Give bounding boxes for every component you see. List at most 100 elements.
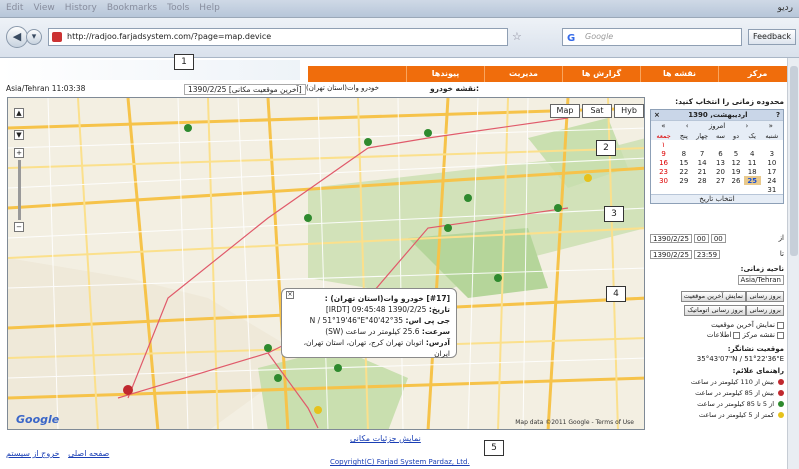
calendar-day[interactable]: 30 — [651, 176, 676, 185]
nav-management[interactable]: مدیریت — [484, 66, 562, 82]
calendar-day[interactable]: ۱ — [651, 140, 676, 149]
last-position-select[interactable]: 1390/2/25 [آخرین موقعیت مکانی] — [184, 84, 306, 95]
pan-up-icon[interactable]: ▲ — [14, 108, 24, 118]
calendar-day[interactable]: 26 — [728, 176, 744, 185]
menu-history[interactable]: History — [65, 3, 97, 13]
calendar-day[interactable]: 14 — [692, 158, 713, 167]
site-nav: مرکز نقشه ها گزارش ها مدیریت پیوندها — [308, 66, 796, 82]
dropdown-history-icon[interactable]: ▾ — [26, 29, 42, 45]
from-minute-field[interactable]: 00 — [710, 233, 726, 243]
calendar-day[interactable]: 29 — [676, 176, 692, 185]
from-date-field[interactable]: 1390/2/25 — [650, 233, 692, 243]
center-map-checkbox[interactable] — [777, 331, 784, 339]
calendar-day[interactable]: 15 — [676, 158, 692, 167]
menu-help[interactable]: Help — [199, 3, 220, 13]
calendar-day[interactable]: 18 — [744, 167, 761, 176]
calendar-day[interactable]: 17 — [761, 167, 783, 176]
calendar-day[interactable]: 22 — [676, 167, 692, 176]
calendar-day[interactable]: 23 — [651, 167, 676, 176]
pan-down-icon[interactable]: ▼ — [14, 130, 24, 140]
calendar-day[interactable] — [676, 140, 692, 149]
calendar-help-button[interactable]: ? — [776, 111, 780, 119]
zoom-out-icon[interactable]: − — [14, 222, 24, 232]
calendar-next-year-button[interactable]: » — [661, 122, 665, 130]
calendar-day[interactable]: 4 — [744, 149, 761, 158]
calendar-day[interactable]: 16 — [651, 158, 676, 167]
calendar-day[interactable]: 28 — [692, 176, 713, 185]
map-attribution[interactable]: Map data ©2011 Google - Terms of Use — [515, 419, 634, 426]
location-details-link[interactable]: نمایش جزئیات مکانی — [350, 434, 421, 443]
calendar-day[interactable]: 20 — [713, 167, 729, 176]
refresh-button-2[interactable]: بروز رسانی — [746, 305, 784, 316]
calendar-day[interactable]: 31 — [761, 185, 783, 194]
browser-titlebar: Edit View History Bookmarks Tools Help ر… — [0, 0, 799, 18]
nav-center[interactable]: مرکز — [718, 66, 796, 82]
google-search-icon: G — [567, 33, 576, 44]
refresh-button[interactable]: بروز رسانی — [746, 291, 784, 302]
home-link[interactable]: صفحه اصلی — [68, 449, 109, 458]
feedback-button[interactable]: Feedback — [748, 29, 796, 45]
search-input[interactable]: G Google — [562, 28, 742, 46]
menu-edit[interactable]: Edit — [6, 3, 23, 13]
calendar-day[interactable] — [713, 140, 729, 149]
zoom-slider[interactable] — [18, 160, 21, 220]
day-name: جمعه — [651, 131, 677, 140]
to-date-field[interactable]: 1390/2/25 — [650, 249, 692, 259]
calendar-prev-year-button[interactable]: « — [769, 122, 773, 130]
calendar-day[interactable] — [692, 140, 713, 149]
menu-tools[interactable]: Tools — [167, 3, 189, 13]
bookmark-star-icon[interactable]: ☆ — [512, 30, 522, 43]
calendar-week: 31 — [651, 185, 783, 194]
vehicle-select[interactable]: خودرو وات(استان تهران) — [306, 84, 379, 92]
copyright-text[interactable]: Copyright(C) Farjad System Pardaz, Ltd. — [330, 458, 470, 466]
map-type-map-button[interactable]: Map — [550, 104, 580, 118]
nav-maps[interactable]: نقشه ها — [640, 66, 718, 82]
zoom-in-icon[interactable]: + — [14, 148, 24, 158]
calendar-day[interactable] — [728, 140, 744, 149]
from-hour-field[interactable]: 00 — [693, 233, 709, 243]
scrollbar-thumb[interactable] — [790, 66, 798, 256]
url-input[interactable]: http://radjoo.farjadsystem.com/?page=map… — [48, 28, 508, 46]
nav-reports[interactable]: گزارش ها — [562, 66, 640, 82]
calendar-day[interactable] — [761, 140, 783, 149]
menu-view[interactable]: View — [33, 3, 54, 13]
calendar-day[interactable]: 10 — [761, 158, 783, 167]
calendar-day[interactable]: 24 — [761, 176, 783, 185]
calendar-day[interactable]: 3 — [761, 149, 783, 158]
calendar-next-month-button[interactable]: › — [686, 122, 689, 130]
nav-links[interactable]: پیوندها — [406, 66, 484, 82]
calendar-day[interactable]: 8 — [676, 149, 692, 158]
to-time-field[interactable]: 23:59 — [693, 249, 721, 259]
calendar-prev-month-button[interactable]: ‹ — [745, 122, 748, 130]
show-last-position-button[interactable]: نمایش آخرین موقعیت — [680, 291, 746, 302]
map-type-sat-button[interactable]: Sat — [582, 104, 612, 118]
map-type-hyb-button[interactable]: Hyb — [614, 104, 644, 118]
calendar-day[interactable]: 9 — [651, 149, 676, 158]
calendar-day[interactable]: 27 — [713, 176, 729, 185]
menu-bookmarks[interactable]: Bookmarks — [107, 3, 157, 13]
timezone-select[interactable]: Asia/Tehran — [737, 275, 784, 285]
auto-refresh-button[interactable]: بروز رسانی اتوماتیک — [684, 305, 746, 316]
back-icon[interactable]: ◀ — [6, 26, 28, 48]
calendar-day[interactable] — [744, 140, 761, 149]
show-info-checkbox[interactable] — [733, 331, 741, 339]
calendar-close-icon[interactable]: × — [654, 111, 660, 119]
calendar-day — [676, 185, 692, 194]
popup-speed-row: سرعت: 25.6 کیلومتر در ساعت (SW) — [325, 327, 450, 336]
logout-link[interactable]: خروج از سیستم — [6, 449, 60, 458]
from-label: از — [778, 234, 784, 242]
calendar-day[interactable]: 12 — [728, 158, 744, 167]
calendar-day[interactable]: 21 — [692, 167, 713, 176]
map-canvas[interactable]: ▲ ▼ + − Map Sat Hyb × [#17] خودرو وات(اس… — [7, 97, 645, 430]
calendar-day[interactable]: 7 — [692, 149, 713, 158]
popup-close-icon[interactable]: × — [286, 291, 294, 299]
show-last-pos-checkbox[interactable] — [777, 321, 784, 329]
page-scrollbar[interactable] — [787, 58, 799, 469]
calendar-day[interactable]: 19 — [728, 167, 744, 176]
calendar-day[interactable]: 13 — [713, 158, 729, 167]
calendar-today-button[interactable]: امروز — [709, 122, 725, 130]
calendar-day[interactable]: 6 — [713, 149, 729, 158]
calendar-day[interactable]: 5 — [728, 149, 744, 158]
calendar-day-today[interactable]: 25 — [743, 176, 761, 185]
calendar-day[interactable]: 11 — [744, 158, 761, 167]
